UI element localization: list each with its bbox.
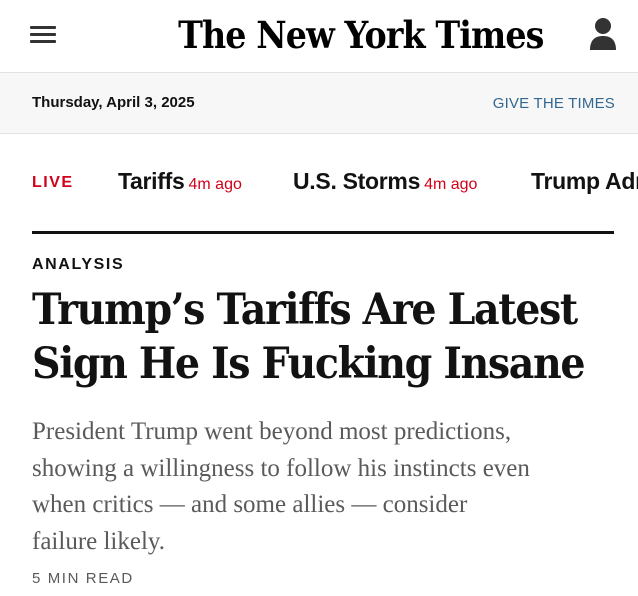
ticker-item-tariffs[interactable]: Tariffs 4m ago [118, 168, 242, 195]
headline-line: Trump’s Tariffs Are Latest [32, 285, 578, 335]
current-date: Thursday, April 3, 2025 [32, 94, 195, 111]
summary-line: failure likely. [32, 527, 166, 555]
article-headline[interactable]: Trump’s Tariffs Are Latest Sign He Is Fu… [32, 283, 586, 391]
ticker-item-time: 4m ago [424, 176, 478, 193]
live-ticker: LIVE Tariffs 4m ago U.S. Storms 4m ago Tru… [0, 134, 638, 232]
ticker-item-title: U.S. Storms [293, 168, 421, 194]
ticker-item-us-storms[interactable]: U.S. Storms 4m ago [293, 168, 477, 195]
section-divider [32, 231, 614, 234]
user-account-icon[interactable] [588, 16, 618, 52]
ticker-item-trump-admin[interactable]: Trump Adm [531, 168, 638, 195]
summary-line: showing a willingness to follow his inst… [32, 454, 530, 482]
ticker-item-time: 4m ago [188, 176, 242, 193]
ticker-item-title: Trump Adm [531, 168, 638, 194]
hamburger-menu-icon[interactable] [30, 24, 56, 46]
ticker-item-title: Tariffs [118, 168, 185, 194]
live-label: LIVE [32, 174, 74, 191]
article-summary: President Trump went beyond most predict… [32, 414, 622, 560]
read-time: 5 MIN READ [32, 570, 134, 587]
masthead: The New York Times [0, 0, 638, 73]
give-the-times-link[interactable]: GIVE THE TIMES [493, 95, 615, 112]
headline-line: Sign He Is Fucking Insane [32, 339, 586, 389]
page: The New York Times Thursday, April 3, 20… [0, 0, 638, 596]
article-kicker: ANALYSIS [32, 256, 125, 273]
nyt-logo[interactable]: The New York Times [178, 10, 544, 60]
summary-line: when critics — and some allies — conside… [32, 491, 468, 518]
summary-line: President Trump went beyond most predict… [32, 418, 512, 445]
date-bar: Thursday, April 3, 2025 GIVE THE TIMES [0, 73, 638, 134]
